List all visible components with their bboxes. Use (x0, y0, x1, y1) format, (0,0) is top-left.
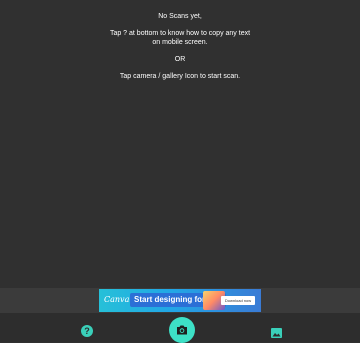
camera-icon (177, 325, 187, 335)
help-icon: ? (84, 326, 90, 336)
help-button[interactable]: ? (81, 325, 93, 337)
empty-state-message: No Scans yet, Tap ? at bottom to know ho… (0, 12, 360, 81)
empty-hint-line-3: Tap camera / gallery Icon to start scan. (119, 73, 241, 80)
empty-hint-line-1: Tap ? at bottom to know how to copy any … (109, 30, 251, 37)
empty-title: No Scans yet, (158, 13, 202, 20)
camera-button[interactable] (169, 317, 195, 343)
empty-or: OR (174, 56, 186, 63)
gallery-button[interactable] (271, 325, 282, 338)
ad-logo: Canva (104, 295, 130, 304)
scan-list-area: No Scans yet, Tap ? at bottom to know ho… (0, 0, 360, 288)
ad-banner[interactable]: Canva Start designing for free Download … (99, 289, 261, 312)
gallery-icon (271, 328, 282, 338)
empty-hint-line-2: on mobile screen. (152, 39, 208, 46)
ad-download-button[interactable]: Download now (221, 296, 255, 305)
